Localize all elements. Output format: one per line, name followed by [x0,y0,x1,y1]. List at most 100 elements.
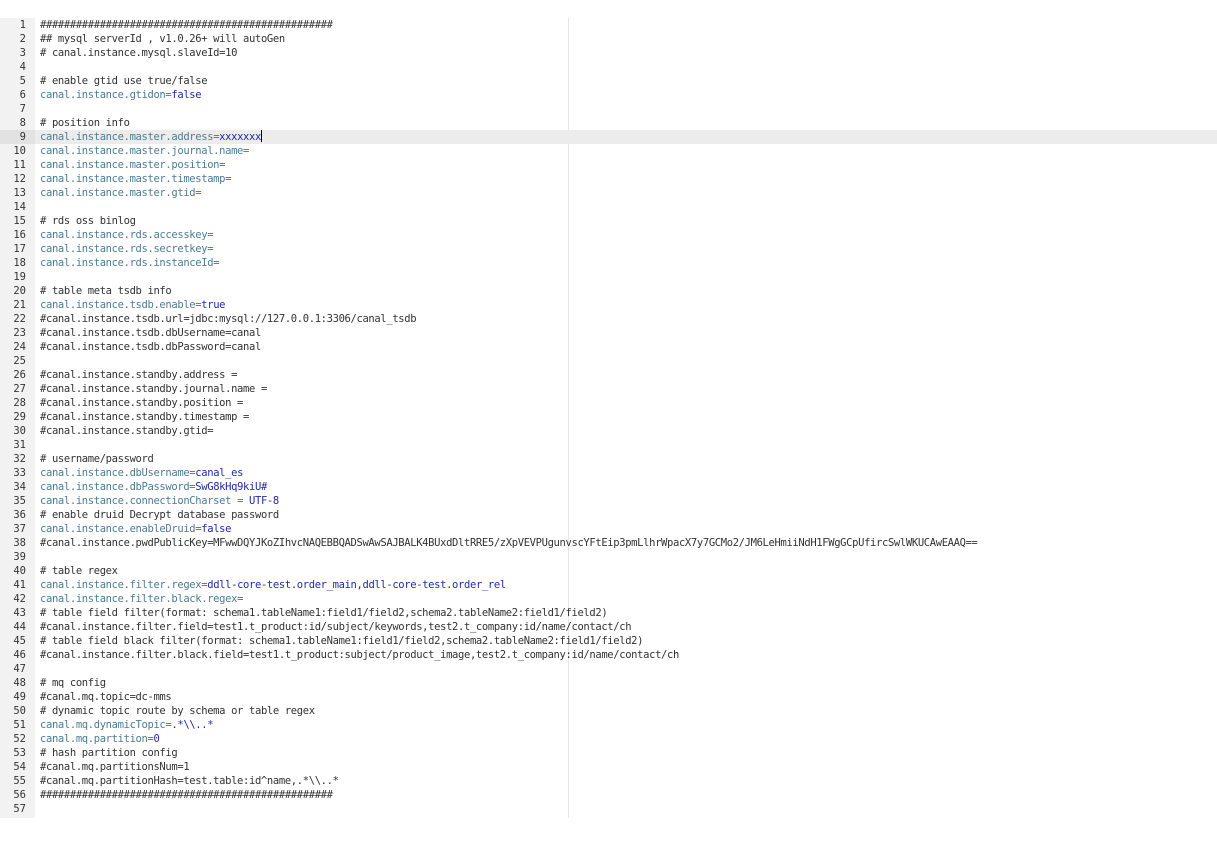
editor-lines[interactable]: 1 #######################################… [0,18,1217,816]
code-line[interactable]: 36 # enable druid Decrypt database passwo… [0,508,1217,522]
line-content: canal.instance.rds.instanceId= [40,256,220,270]
code-line[interactable]: 37 canal.instance.enableDruid=false [0,522,1217,536]
code-line[interactable]: 16 canal.instance.rds.accesskey= [0,228,1217,242]
line-content: # table field filter(format: schema1.tab… [40,606,608,620]
code-line[interactable]: 56 ######################################… [0,788,1217,802]
code-line[interactable]: 10 canal.instance.master.journal.name= [0,144,1217,158]
line-content: canal.mq.dynamicTopic=.*\\..* [40,718,214,732]
code-line[interactable]: 27 #canal.instance.standby.journal.name = [0,382,1217,396]
comment-text: #canal.instance.tsdb.dbUsername=canal [40,327,261,339]
code-line[interactable]: 7 [0,102,1217,116]
code-line[interactable]: 18 canal.instance.rds.instanceId= [0,256,1217,270]
code-line[interactable]: 8 # position info [0,116,1217,130]
code-line[interactable]: 12 canal.instance.master.timestamp= [0,172,1217,186]
line-number: 37 [13,523,26,535]
code-line[interactable]: 15 # rds oss binlog [0,214,1217,228]
code-line[interactable]: 54 #canal.mq.partitionsNum=1 [0,760,1217,774]
line-number: 57 [13,803,26,815]
code-line[interactable]: 40 # table regex [0,564,1217,578]
code-line[interactable]: 47 [0,662,1217,676]
line-number: 56 [13,789,26,801]
assignment-operator: = [225,173,232,185]
property-value: xxxxxxx [219,131,261,143]
line-content: canal.instance.gtidon=false [40,88,202,102]
code-line[interactable]: 34 canal.instance.dbPassword=SwG8kHq9kiU# [0,480,1217,494]
property-key: canal.instance.master.journal.name [40,145,244,157]
line-number: 36 [13,509,26,521]
line-content: canal.instance.filter.regex=ddll-core-te… [40,578,506,592]
code-line[interactable]: 39 [0,550,1217,564]
comment-text: #canal.instance.standby.journal.name = [40,383,267,395]
code-line[interactable]: 5 # enable gtid use true/false [0,74,1217,88]
code-line[interactable]: 1 #######################################… [0,18,1217,32]
code-line[interactable]: 3 # canal.instance.mysql.slaveId=10 [0,46,1217,60]
code-line[interactable]: 28 #canal.instance.standby.position = [0,396,1217,410]
code-line[interactable]: 43 # table field filter(format: schema1.t… [0,606,1217,620]
line-number: 35 [13,495,26,507]
line-content: #canal.mq.topic=dc-mms [40,690,172,704]
code-line[interactable]: 51 canal.mq.dynamicTopic=.*\\..* [0,718,1217,732]
line-content: canal.instance.rds.accesskey= [40,228,214,242]
line-content: # dynamic topic route by schema or table… [40,704,315,718]
code-line[interactable]: 57 [0,802,1217,816]
code-line[interactable]: 17 canal.instance.rds.secretkey= [0,242,1217,256]
line-content: canal.instance.dbUsername=canal_es [40,466,243,480]
code-line[interactable]: 13 canal.instance.master.gtid= [0,186,1217,200]
code-line[interactable]: 23 #canal.instance.tsdb.dbUsername=canal [0,326,1217,340]
code-line[interactable]: 49 #canal.mq.topic=dc-mms [0,690,1217,704]
line-content: # rds oss binlog [40,214,136,228]
code-line[interactable]: 2 ## mysql serverId , v1.0.26+ will autoG… [0,32,1217,46]
line-number: 38 [13,537,26,549]
code-line[interactable]: 4 [0,60,1217,74]
code-line[interactable]: 52 canal.mq.partition=0 [0,732,1217,746]
code-line[interactable]: 21 canal.instance.tsdb.enable=true [0,298,1217,312]
code-line[interactable]: 9 canal.instance.master.address=xxxxxxx [0,130,1217,144]
code-line[interactable]: 45 # table field black filter(format: sch… [0,634,1217,648]
code-line[interactable]: 55 #canal.mq.partitionHash=test.table:id^… [0,774,1217,788]
code-line[interactable]: 6 canal.instance.gtidon=false [0,88,1217,102]
line-number: 33 [13,467,26,479]
code-line[interactable]: 48 # mq config [0,676,1217,690]
code-line[interactable]: 24 #canal.instance.tsdb.dbPassword=canal [0,340,1217,354]
line-number: 2 [19,33,26,45]
property-value: UTF-8 [249,495,279,507]
line-number: 44 [13,621,26,633]
comment-text: # table regex [40,565,118,577]
code-line[interactable]: 46 #canal.instance.filter.black.field=tes… [0,648,1217,662]
code-line[interactable]: 35 canal.instance.connectionCharset = UTF… [0,494,1217,508]
code-line[interactable]: 26 #canal.instance.standby.address = [0,368,1217,382]
code-line[interactable]: 42 canal.instance.filter.black.regex= [0,592,1217,606]
property-value: .*\\..* [171,719,214,731]
line-content: #canal.instance.tsdb.dbPassword=canal [40,340,261,354]
comment-text: # enable druid Decrypt database password [40,509,279,521]
code-line[interactable]: 30 #canal.instance.standby.gtid= [0,424,1217,438]
code-line[interactable]: 14 [0,200,1217,214]
code-line[interactable]: 31 [0,438,1217,452]
code-line[interactable]: 50 # dynamic topic route by schema or tab… [0,704,1217,718]
line-number: 42 [13,593,26,605]
line-content: ########################################… [40,18,333,32]
line-number: 53 [13,747,26,759]
line-content: canal.instance.enableDruid=false [40,522,231,536]
comment-text: # table meta tsdb info [40,285,172,297]
property-value: ddll-core-test.order_main,ddll-core-test… [207,579,506,591]
code-line[interactable]: 41 canal.instance.filter.regex=ddll-core-… [0,578,1217,592]
code-line[interactable]: 33 canal.instance.dbUsername=canal_es [0,466,1217,480]
code-line[interactable]: 29 #canal.instance.standby.timestamp = [0,410,1217,424]
code-editor[interactable]: 1 #######################################… [0,18,1217,818]
code-line[interactable]: 32 # username/password [0,452,1217,466]
code-line[interactable]: 25 [0,354,1217,368]
line-number: 45 [13,635,26,647]
code-line[interactable]: 22 #canal.instance.tsdb.url=jdbc:mysql://… [0,312,1217,326]
line-content: canal.instance.rds.secretkey= [40,242,214,256]
line-content: #canal.instance.standby.journal.name = [40,382,267,396]
code-line[interactable]: 38 #canal.instance.pwdPublicKey=MFwwDQYJK… [0,536,1217,550]
code-line[interactable]: 11 canal.instance.master.position= [0,158,1217,172]
code-line[interactable]: 53 # hash partition config [0,746,1217,760]
code-line[interactable]: 20 # table meta tsdb info [0,284,1217,298]
line-number: 46 [13,649,26,661]
code-line[interactable]: 44 #canal.instance.filter.field=test1.t_p… [0,620,1217,634]
line-content: canal.instance.connectionCharset = UTF-8 [40,494,279,508]
code-line[interactable]: 19 [0,270,1217,284]
line-content: # canal.instance.mysql.slaveId=10 [40,46,237,60]
